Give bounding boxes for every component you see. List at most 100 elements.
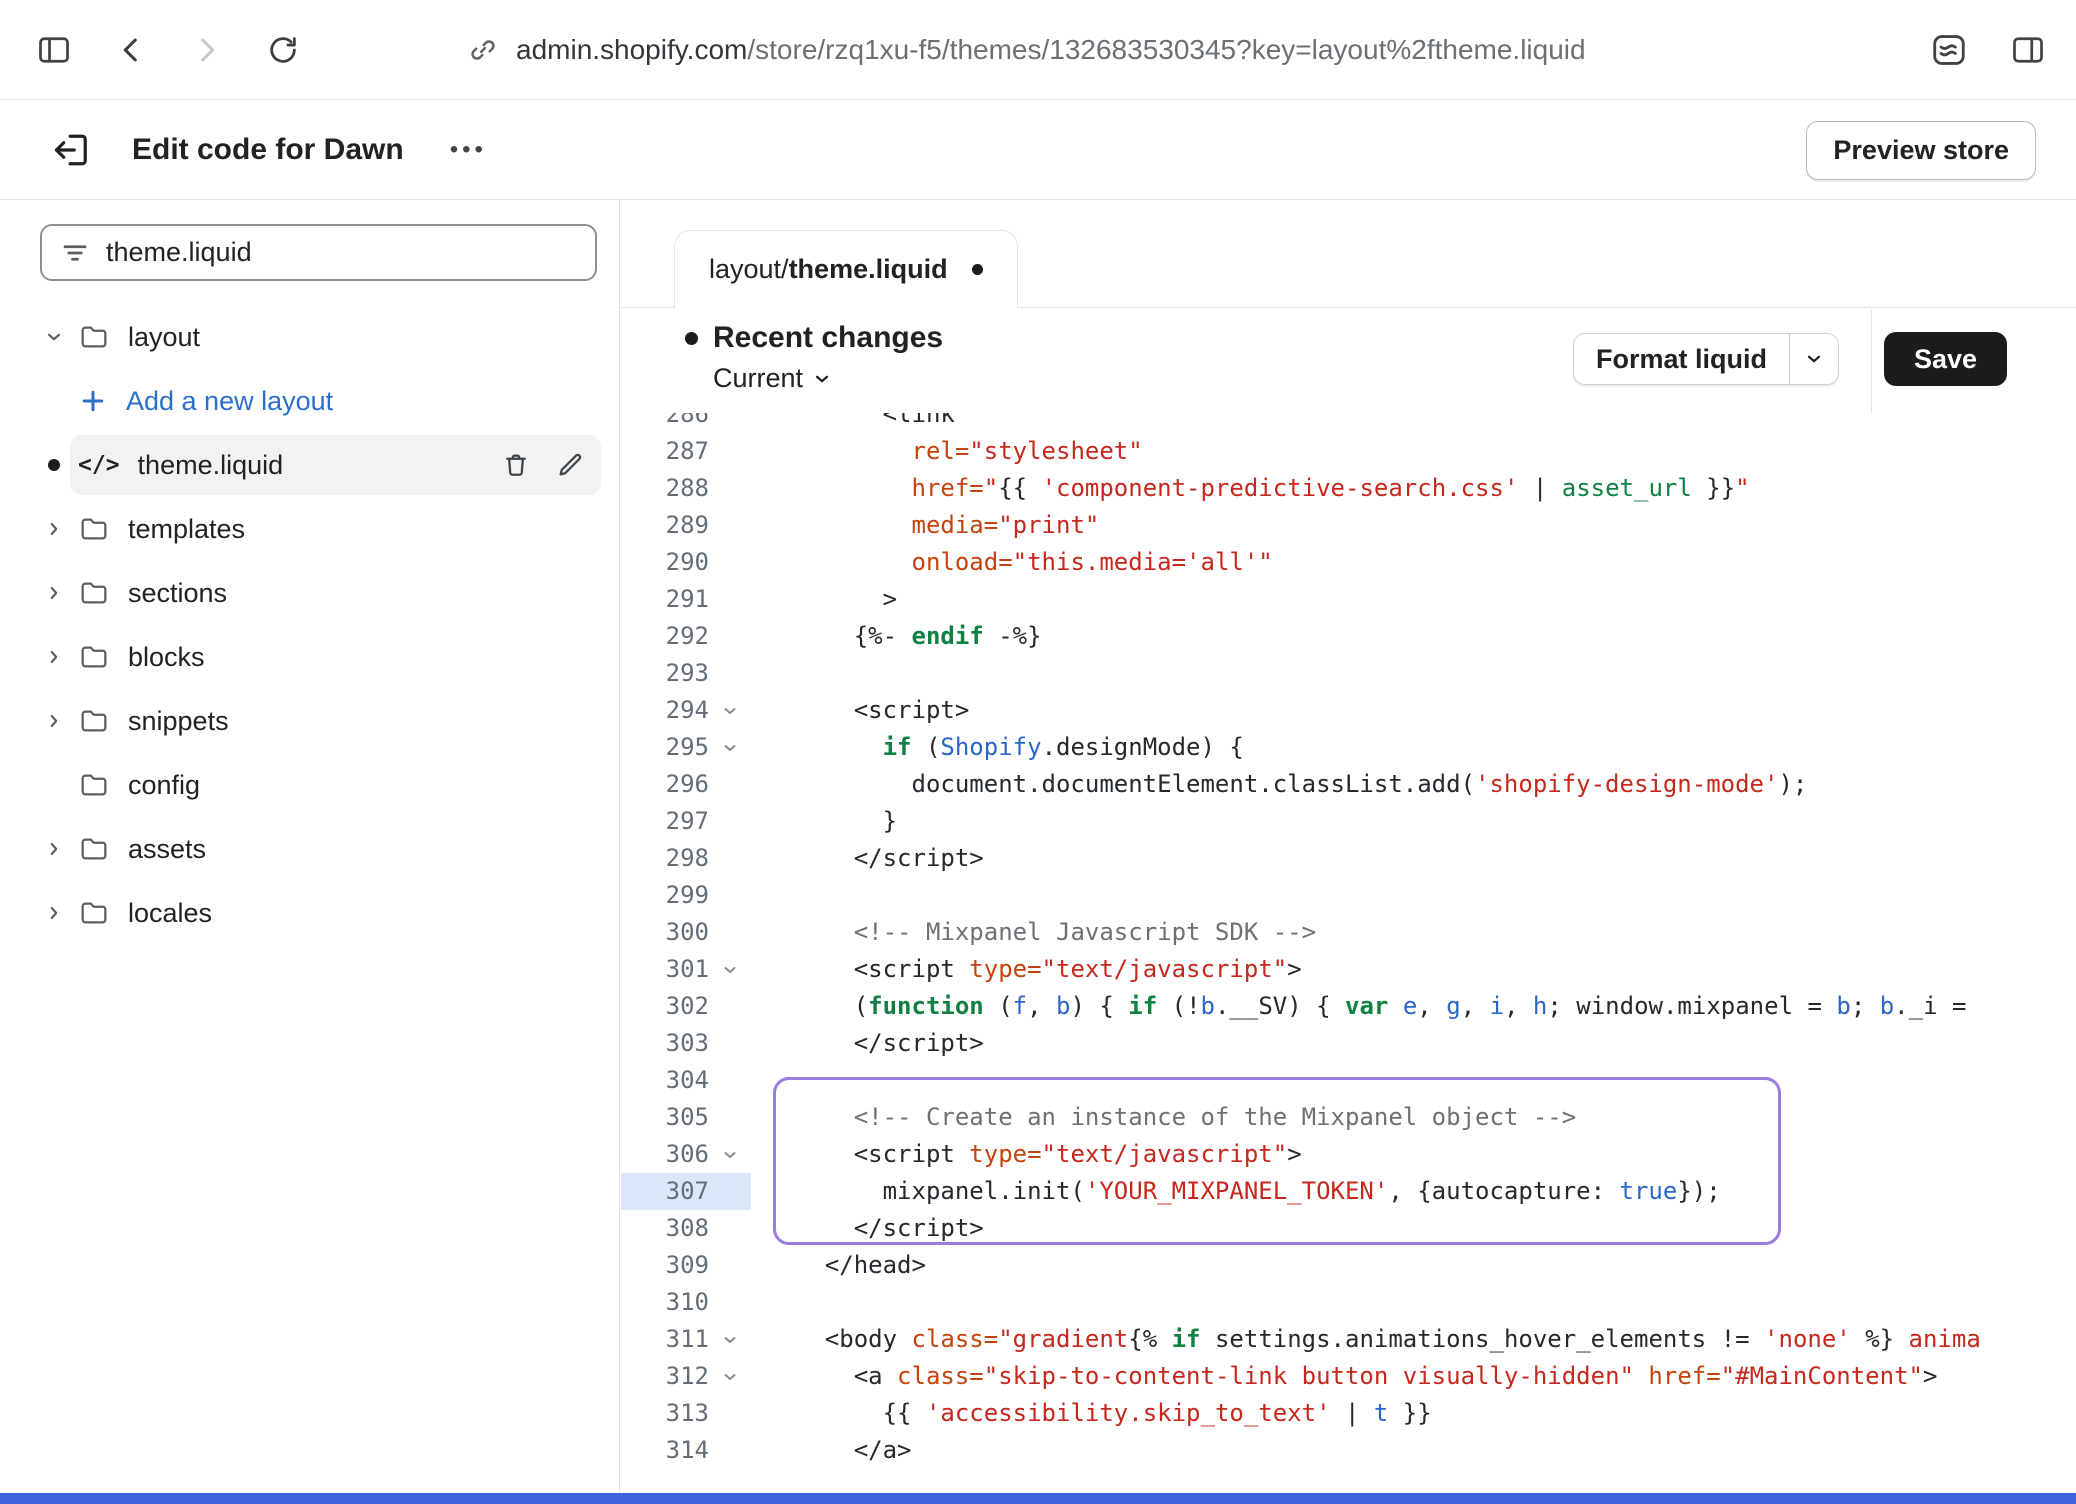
code-text[interactable] [751,877,2076,914]
sidebar-add-new-layout[interactable]: Add a new layout [0,369,619,433]
chevron-right-icon[interactable] [38,902,70,924]
sidebar-item-sections[interactable]: sections [0,561,619,625]
code-text[interactable]: <!-- Create an instance of the Mixpanel … [751,1099,2076,1136]
code-line-293[interactable]: 293 [621,655,2076,692]
code-line-313[interactable]: 313 {{ 'accessibility.skip_to_text' | t … [621,1395,2076,1432]
code-text[interactable]: <a class="skip-to-content-link button vi… [751,1358,2076,1395]
code-line-307[interactable]: 307 mixpanel.init('YOUR_MIXPANEL_TOKEN',… [621,1173,2076,1210]
code-text[interactable] [751,655,2076,692]
line-number[interactable]: 314 [621,1432,709,1469]
line-number[interactable]: 294 [621,692,709,729]
code-line-290[interactable]: 290 onload="this.media='all'" [621,544,2076,581]
rename-file-button[interactable] [555,450,585,480]
code-line-289[interactable]: 289 media="print" [621,507,2076,544]
code-line-296[interactable]: 296 document.documentElement.classList.a… [621,766,2076,803]
fold-chevron-icon[interactable] [709,1358,751,1395]
code-editor[interactable]: 286 <link287 rel="stylesheet"288 href="{… [621,413,2076,1493]
sidebar-item-snippets[interactable]: snippets [0,689,619,753]
code-text[interactable]: </script> [751,1210,2076,1247]
code-text[interactable]: if (Shopify.designMode) { [751,729,2076,766]
code-text[interactable]: document.documentElement.classList.add('… [751,766,2076,803]
code-line-297[interactable]: 297 } [621,803,2076,840]
code-text[interactable]: {%- endif -%} [751,618,2076,655]
code-line-301[interactable]: 301 <script type="text/javascript"> [621,951,2076,988]
code-text[interactable]: <script type="text/javascript"> [751,951,2076,988]
sidebar-item-locales[interactable]: locales [0,881,619,945]
sidebar-item-config[interactable]: config [0,753,619,817]
back-icon[interactable] [114,33,148,67]
line-number[interactable]: 308 [621,1210,709,1247]
code-line-295[interactable]: 295 if (Shopify.designMode) { [621,729,2076,766]
code-line-292[interactable]: 292 {%- endif -%} [621,618,2076,655]
line-number[interactable]: 307 [621,1173,709,1210]
line-number[interactable]: 304 [621,1062,709,1099]
line-number[interactable]: 289 [621,507,709,544]
extensions-icon[interactable] [1930,31,1968,69]
line-number[interactable]: 300 [621,914,709,951]
delete-file-button[interactable] [501,450,531,480]
sidebar-item-blocks[interactable]: blocks [0,625,619,689]
version-selector[interactable]: Current [713,363,943,394]
file-search-input[interactable] [106,237,577,268]
fold-chevron-icon[interactable] [709,951,751,988]
save-button[interactable]: Save [1884,332,2007,386]
address-bar[interactable]: admin.shopify.com/store/rzq1xu-f5/themes… [468,0,1586,99]
line-number[interactable]: 306 [621,1136,709,1173]
code-line-306[interactable]: 306 <script type="text/javascript"> [621,1136,2076,1173]
split-view-icon[interactable] [2010,32,2046,68]
line-number[interactable]: 295 [621,729,709,766]
code-line-288[interactable]: 288 href="{{ 'component-predictive-searc… [621,470,2076,507]
line-number[interactable]: 290 [621,544,709,581]
code-text[interactable]: <!-- Mixpanel Javascript SDK --> [751,914,2076,951]
code-text[interactable]: </script> [751,1025,2076,1062]
code-line-308[interactable]: 308 </script> [621,1210,2076,1247]
line-number[interactable]: 293 [621,655,709,692]
chevron-right-icon[interactable] [38,518,70,540]
line-number[interactable]: 303 [621,1025,709,1062]
code-line-300[interactable]: 300 <!-- Mixpanel Javascript SDK --> [621,914,2076,951]
code-line-310[interactable]: 310 [621,1284,2076,1321]
code-line-312[interactable]: 312 <a class="skip-to-content-link butto… [621,1358,2076,1395]
chevron-right-icon[interactable] [38,582,70,604]
line-number[interactable]: 292 [621,618,709,655]
code-line-314[interactable]: 314 </a> [621,1432,2076,1469]
line-number[interactable]: 310 [621,1284,709,1321]
code-text[interactable]: rel="stylesheet" [751,433,2076,470]
code-line-305[interactable]: 305 <!-- Create an instance of the Mixpa… [621,1099,2076,1136]
line-number[interactable]: 302 [621,988,709,1025]
overflow-menu-button[interactable]: ••• [450,136,487,164]
code-line-298[interactable]: 298 </script> [621,840,2076,877]
line-number[interactable]: 309 [621,1247,709,1284]
sidebar-item-templates[interactable]: templates [0,497,619,561]
line-number[interactable]: 301 [621,951,709,988]
line-number[interactable]: 296 [621,766,709,803]
line-number[interactable]: 312 [621,1358,709,1395]
chevron-right-icon[interactable] [38,838,70,860]
code-text[interactable]: href="{{ 'component-predictive-search.cs… [751,470,2076,507]
file-search-box[interactable] [40,224,597,281]
forward-icon[interactable] [190,33,224,67]
sidebar-item-layout[interactable]: layout [0,305,619,369]
code-line-304[interactable]: 304 [621,1062,2076,1099]
sidebar-toggle-icon[interactable] [36,32,72,68]
sidebar-item-assets[interactable]: assets [0,817,619,881]
line-number[interactable]: 311 [621,1321,709,1358]
code-text[interactable]: <body class="gradient{% if settings.anim… [751,1321,2076,1358]
code-line-294[interactable]: 294 <script> [621,692,2076,729]
code-line-311[interactable]: 311 <body class="gradient{% if settings.… [621,1321,2076,1358]
code-text[interactable] [751,1284,2076,1321]
code-text[interactable]: <link [751,413,2076,433]
code-text[interactable] [751,1062,2076,1099]
preview-store-button[interactable]: Preview store [1806,121,2036,180]
code-line-303[interactable]: 303 </script> [621,1025,2076,1062]
code-text[interactable]: (function (f, b) { if (!b.__SV) { var e,… [751,988,2076,1025]
line-number[interactable]: 298 [621,840,709,877]
code-line-287[interactable]: 287 rel="stylesheet" [621,433,2076,470]
sidebar-item-theme-liquid[interactable]: </>theme.liquid [0,433,619,497]
code-text[interactable]: } [751,803,2076,840]
format-liquid-button[interactable]: Format liquid [1573,333,1839,385]
fold-chevron-icon[interactable] [709,692,751,729]
code-text[interactable]: </script> [751,840,2076,877]
code-text[interactable]: <script> [751,692,2076,729]
code-text[interactable]: onload="this.media='all'" [751,544,2076,581]
